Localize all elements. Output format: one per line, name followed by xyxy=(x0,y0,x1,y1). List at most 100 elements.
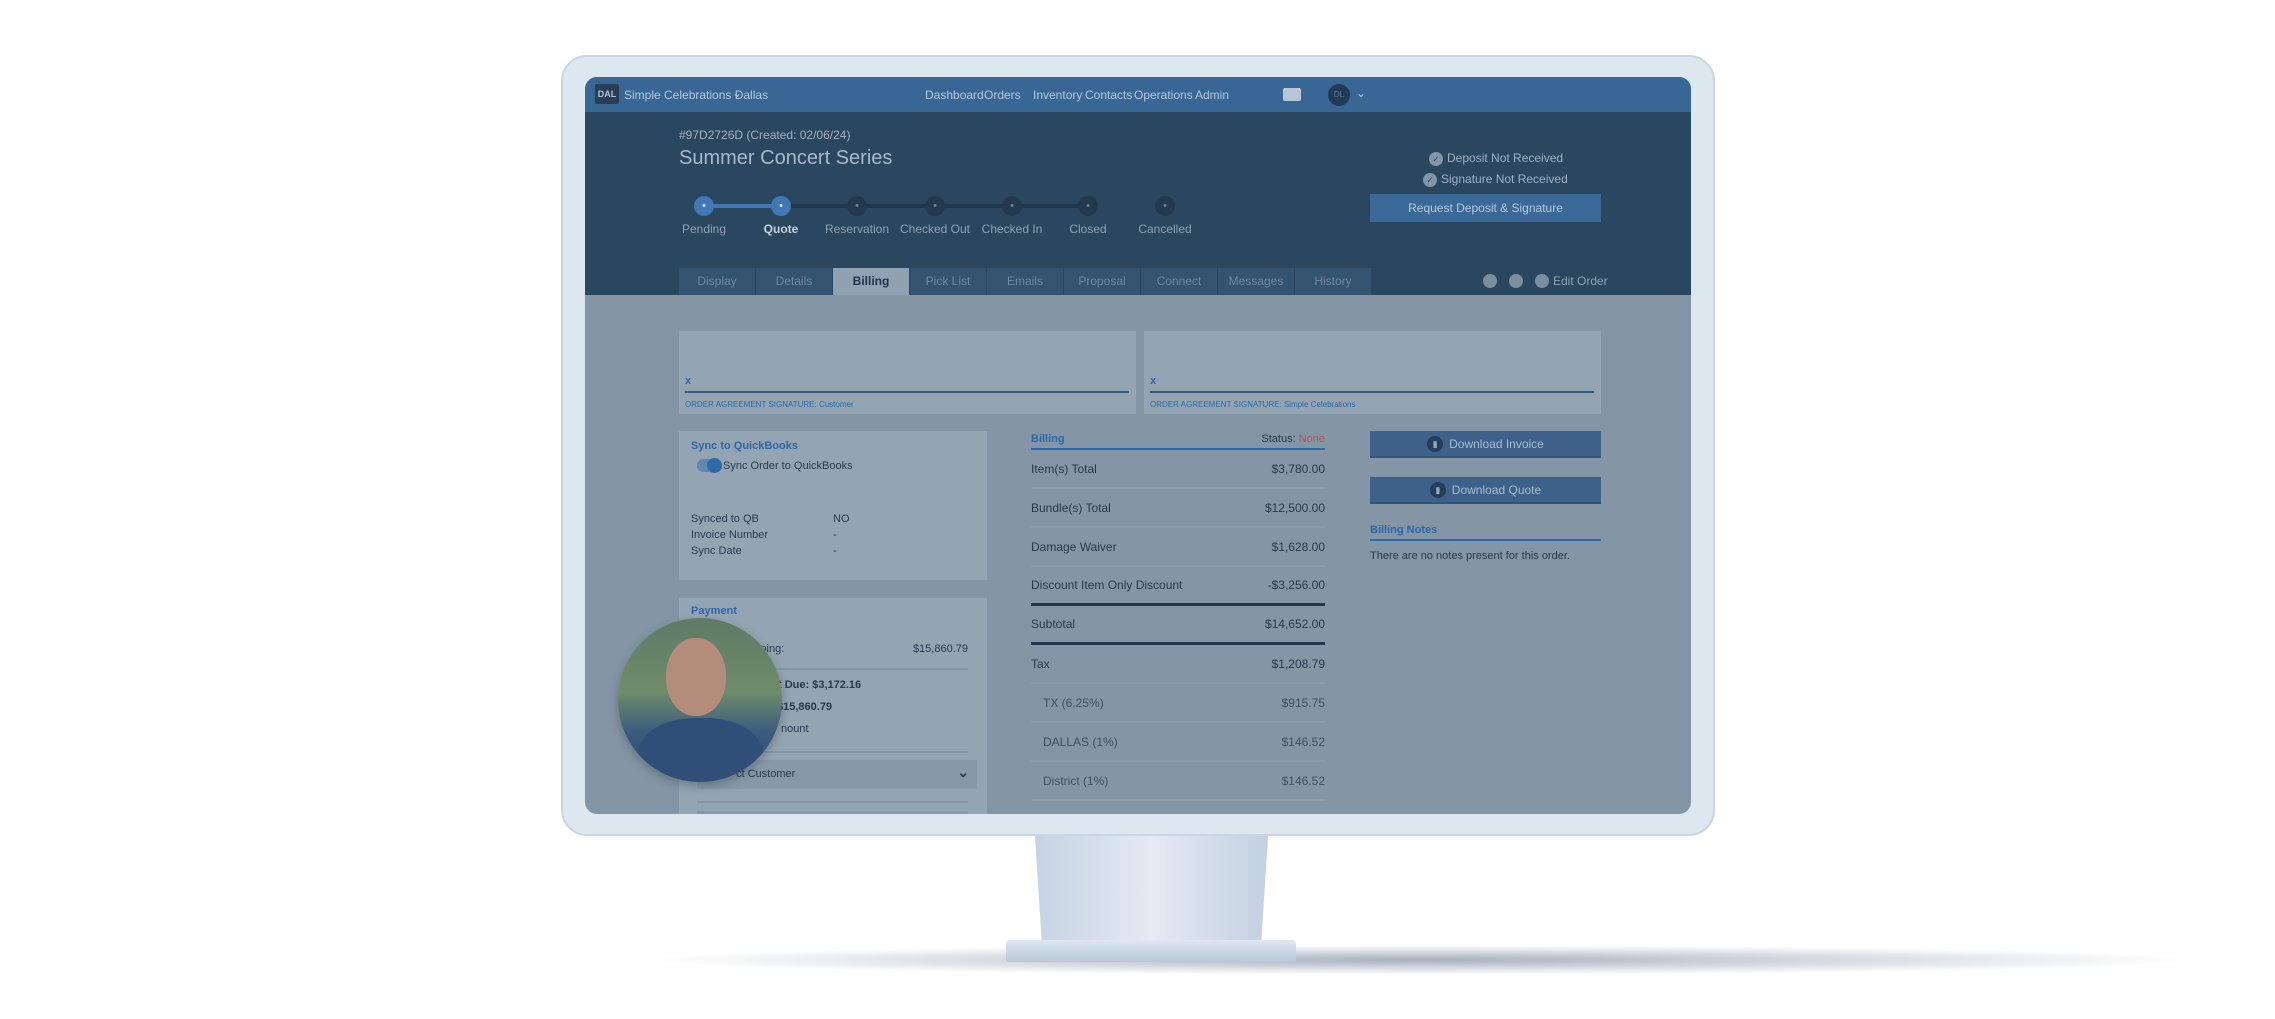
amount-label: nount xyxy=(781,723,809,735)
billing-status-label: Status: xyxy=(1261,433,1296,445)
deposit-due: t Due: $3,172.16 xyxy=(778,679,862,691)
edit-icon[interactable] xyxy=(1535,274,1549,288)
billing-row: District (1%) $146.52 xyxy=(1031,762,1325,801)
billing-row-value: -$3,256.00 xyxy=(1267,578,1325,592)
billing-row: TX (6.25%) $915.75 xyxy=(1031,684,1325,723)
billing-row: DALLAS (1%) $146.52 xyxy=(1031,723,1325,762)
step-label: Reservation xyxy=(824,222,890,236)
print-icon[interactable] xyxy=(1483,274,1497,288)
billing-row: Subtotal $14,652.00 xyxy=(1031,606,1325,645)
billing-row-label: Damage Waiver xyxy=(1031,539,1117,554)
monitor-base xyxy=(1006,940,1296,962)
tab-connect[interactable]: Connect xyxy=(1141,268,1218,295)
monitor-shadow xyxy=(640,945,2200,975)
step-reservation-icon: • xyxy=(847,196,867,216)
org-badge[interactable]: DAL xyxy=(595,84,619,104)
step-label: Pending xyxy=(681,222,727,236)
qb-row-label: Sync Date xyxy=(691,545,742,557)
chevron-down-icon[interactable]: ⌄ xyxy=(732,86,742,100)
tab-proposal[interactable]: Proposal xyxy=(1064,268,1141,295)
billing-row: Damage Waiver $1,628.00 xyxy=(1031,528,1325,567)
nav-link-admin[interactable]: Admin xyxy=(1195,88,1229,102)
signature-box[interactable]: x ORDER AGREEMENT SIGNATURE: Customer xyxy=(679,331,1136,414)
step-label: Closed xyxy=(1069,222,1107,236)
deposit-status-text: Deposit Not Received xyxy=(1447,151,1564,165)
signature-line xyxy=(685,391,1129,393)
sync-toggle-label: Sync Order to QuickBooks xyxy=(723,460,853,472)
step-checked-out-icon: • xyxy=(925,196,945,216)
qb-row-value: NO xyxy=(833,513,850,525)
signature-line xyxy=(1150,391,1594,393)
billing-row-value: $146.52 xyxy=(1281,734,1325,749)
download-quote-button[interactable]: ▮ Download Quote xyxy=(1370,477,1601,504)
billing-row: Tax $1,208.79 xyxy=(1031,645,1325,684)
step-quote-icon: • xyxy=(771,196,791,216)
inbox-icon[interactable] xyxy=(1283,88,1301,101)
chevron-down-icon[interactable]: ⌄ xyxy=(1356,86,1366,100)
signature-box[interactable]: x ORDER AGREEMENT SIGNATURE: Simple Cele… xyxy=(1144,331,1601,414)
nav-link-orders[interactable]: Orders xyxy=(984,88,1021,102)
billing-row-value: $3,780.00 xyxy=(1271,461,1325,476)
billing-row-value: $146.52 xyxy=(1281,773,1325,788)
step-closed-icon: • xyxy=(1078,196,1098,216)
step-cancelled-icon: • xyxy=(1155,196,1175,216)
edit-order-button[interactable]: Edit Order xyxy=(1553,274,1608,288)
qb-row-label: Synced to QB xyxy=(691,513,759,525)
qb-row-label: Invoice Number xyxy=(691,529,769,541)
billing-title: Billing xyxy=(1031,433,1065,445)
billing-row-value: $1,628.00 xyxy=(1271,539,1325,554)
qb-row-value: - xyxy=(833,529,837,541)
tab-billing[interactable]: Billing xyxy=(833,268,910,295)
download-invoice-button[interactable]: ▮ Download Invoice xyxy=(1370,431,1601,458)
order-id: #97D2726D (Created: 02/06/24) xyxy=(679,128,851,142)
file-icon: ▮ xyxy=(1427,435,1444,452)
billing-row: Discount Item Only Discount -$3,256.00 xyxy=(1031,567,1325,606)
signature-label: ORDER AGREEMENT SIGNATURE: Customer xyxy=(685,400,854,409)
tab-details[interactable]: Details xyxy=(756,268,833,295)
billing-row-label: DALLAS (1%) xyxy=(1043,734,1118,749)
request-deposit-signature-button[interactable]: Request Deposit & Signature xyxy=(1370,194,1601,222)
billing-row-value: $915.75 xyxy=(1281,695,1325,710)
top-nav: DAL Simple Celebrations Dallas ⌄ DL ⌄ Da… xyxy=(585,77,1691,112)
org-switcher[interactable]: Simple Celebrations Dallas xyxy=(624,88,768,102)
person-photo xyxy=(618,618,782,782)
sync-toggle[interactable] xyxy=(697,458,722,473)
tab-history[interactable]: History xyxy=(1295,268,1372,295)
payment-title: Payment xyxy=(691,605,737,617)
billing-status: Status: None xyxy=(1185,433,1325,445)
user-avatar[interactable]: DL xyxy=(1328,84,1350,106)
tab-display[interactable]: Display xyxy=(679,268,756,295)
signature-status-text: Signature Not Received xyxy=(1441,172,1568,186)
step-label: Checked In xyxy=(981,222,1043,236)
billing-row-label: District (1%) xyxy=(1043,773,1109,788)
billing-row-label: Discount Item Only Discount xyxy=(1031,578,1183,592)
billing-notes-divider xyxy=(1370,539,1601,541)
billing-row: Item(s) Total $3,780.00 xyxy=(1031,450,1325,489)
billing-notes-title: Billing Notes xyxy=(1370,524,1438,536)
nav-link-inventory[interactable]: Inventory xyxy=(1033,88,1082,102)
tab-emails[interactable]: Emails xyxy=(987,268,1064,295)
quickbooks-title: Sync to QuickBooks xyxy=(691,440,798,452)
page-title: Summer Concert Series xyxy=(679,147,893,169)
tab-pick-list[interactable]: Pick List xyxy=(910,268,987,295)
check-circle-icon: ✓ xyxy=(1423,173,1437,187)
billing-row-value: $12,500.00 xyxy=(1264,500,1325,515)
signature-x: x xyxy=(1150,375,1157,387)
step-label: Cancelled xyxy=(1138,222,1192,236)
download-invoice-label: Download Invoice xyxy=(1449,436,1544,451)
quickbooks-card: Sync to QuickBooks Sync Order to QuickBo… xyxy=(679,431,987,580)
nav-link-operations[interactable]: Operations xyxy=(1134,88,1193,102)
nav-link-contacts[interactable]: Contacts xyxy=(1085,88,1132,102)
nav-link-dashboard[interactable]: Dashboard xyxy=(925,88,984,102)
billing-row-label: Subtotal xyxy=(1031,617,1076,631)
billing-row-label: TX (6.25%) xyxy=(1043,695,1104,710)
deposit-status: ✓ Deposit Not Received xyxy=(1429,151,1563,166)
billing-row-label: Bundle(s) Total xyxy=(1031,500,1111,515)
signature-x: x xyxy=(685,375,692,387)
copy-icon[interactable] xyxy=(1509,274,1523,288)
check-circle-icon: ✓ xyxy=(1429,152,1443,166)
billing-row-label: Item(s) Total xyxy=(1031,461,1097,476)
tab-messages[interactable]: Messages xyxy=(1218,268,1295,295)
step-label: Checked Out xyxy=(899,222,971,236)
monitor-stand xyxy=(1035,836,1268,946)
